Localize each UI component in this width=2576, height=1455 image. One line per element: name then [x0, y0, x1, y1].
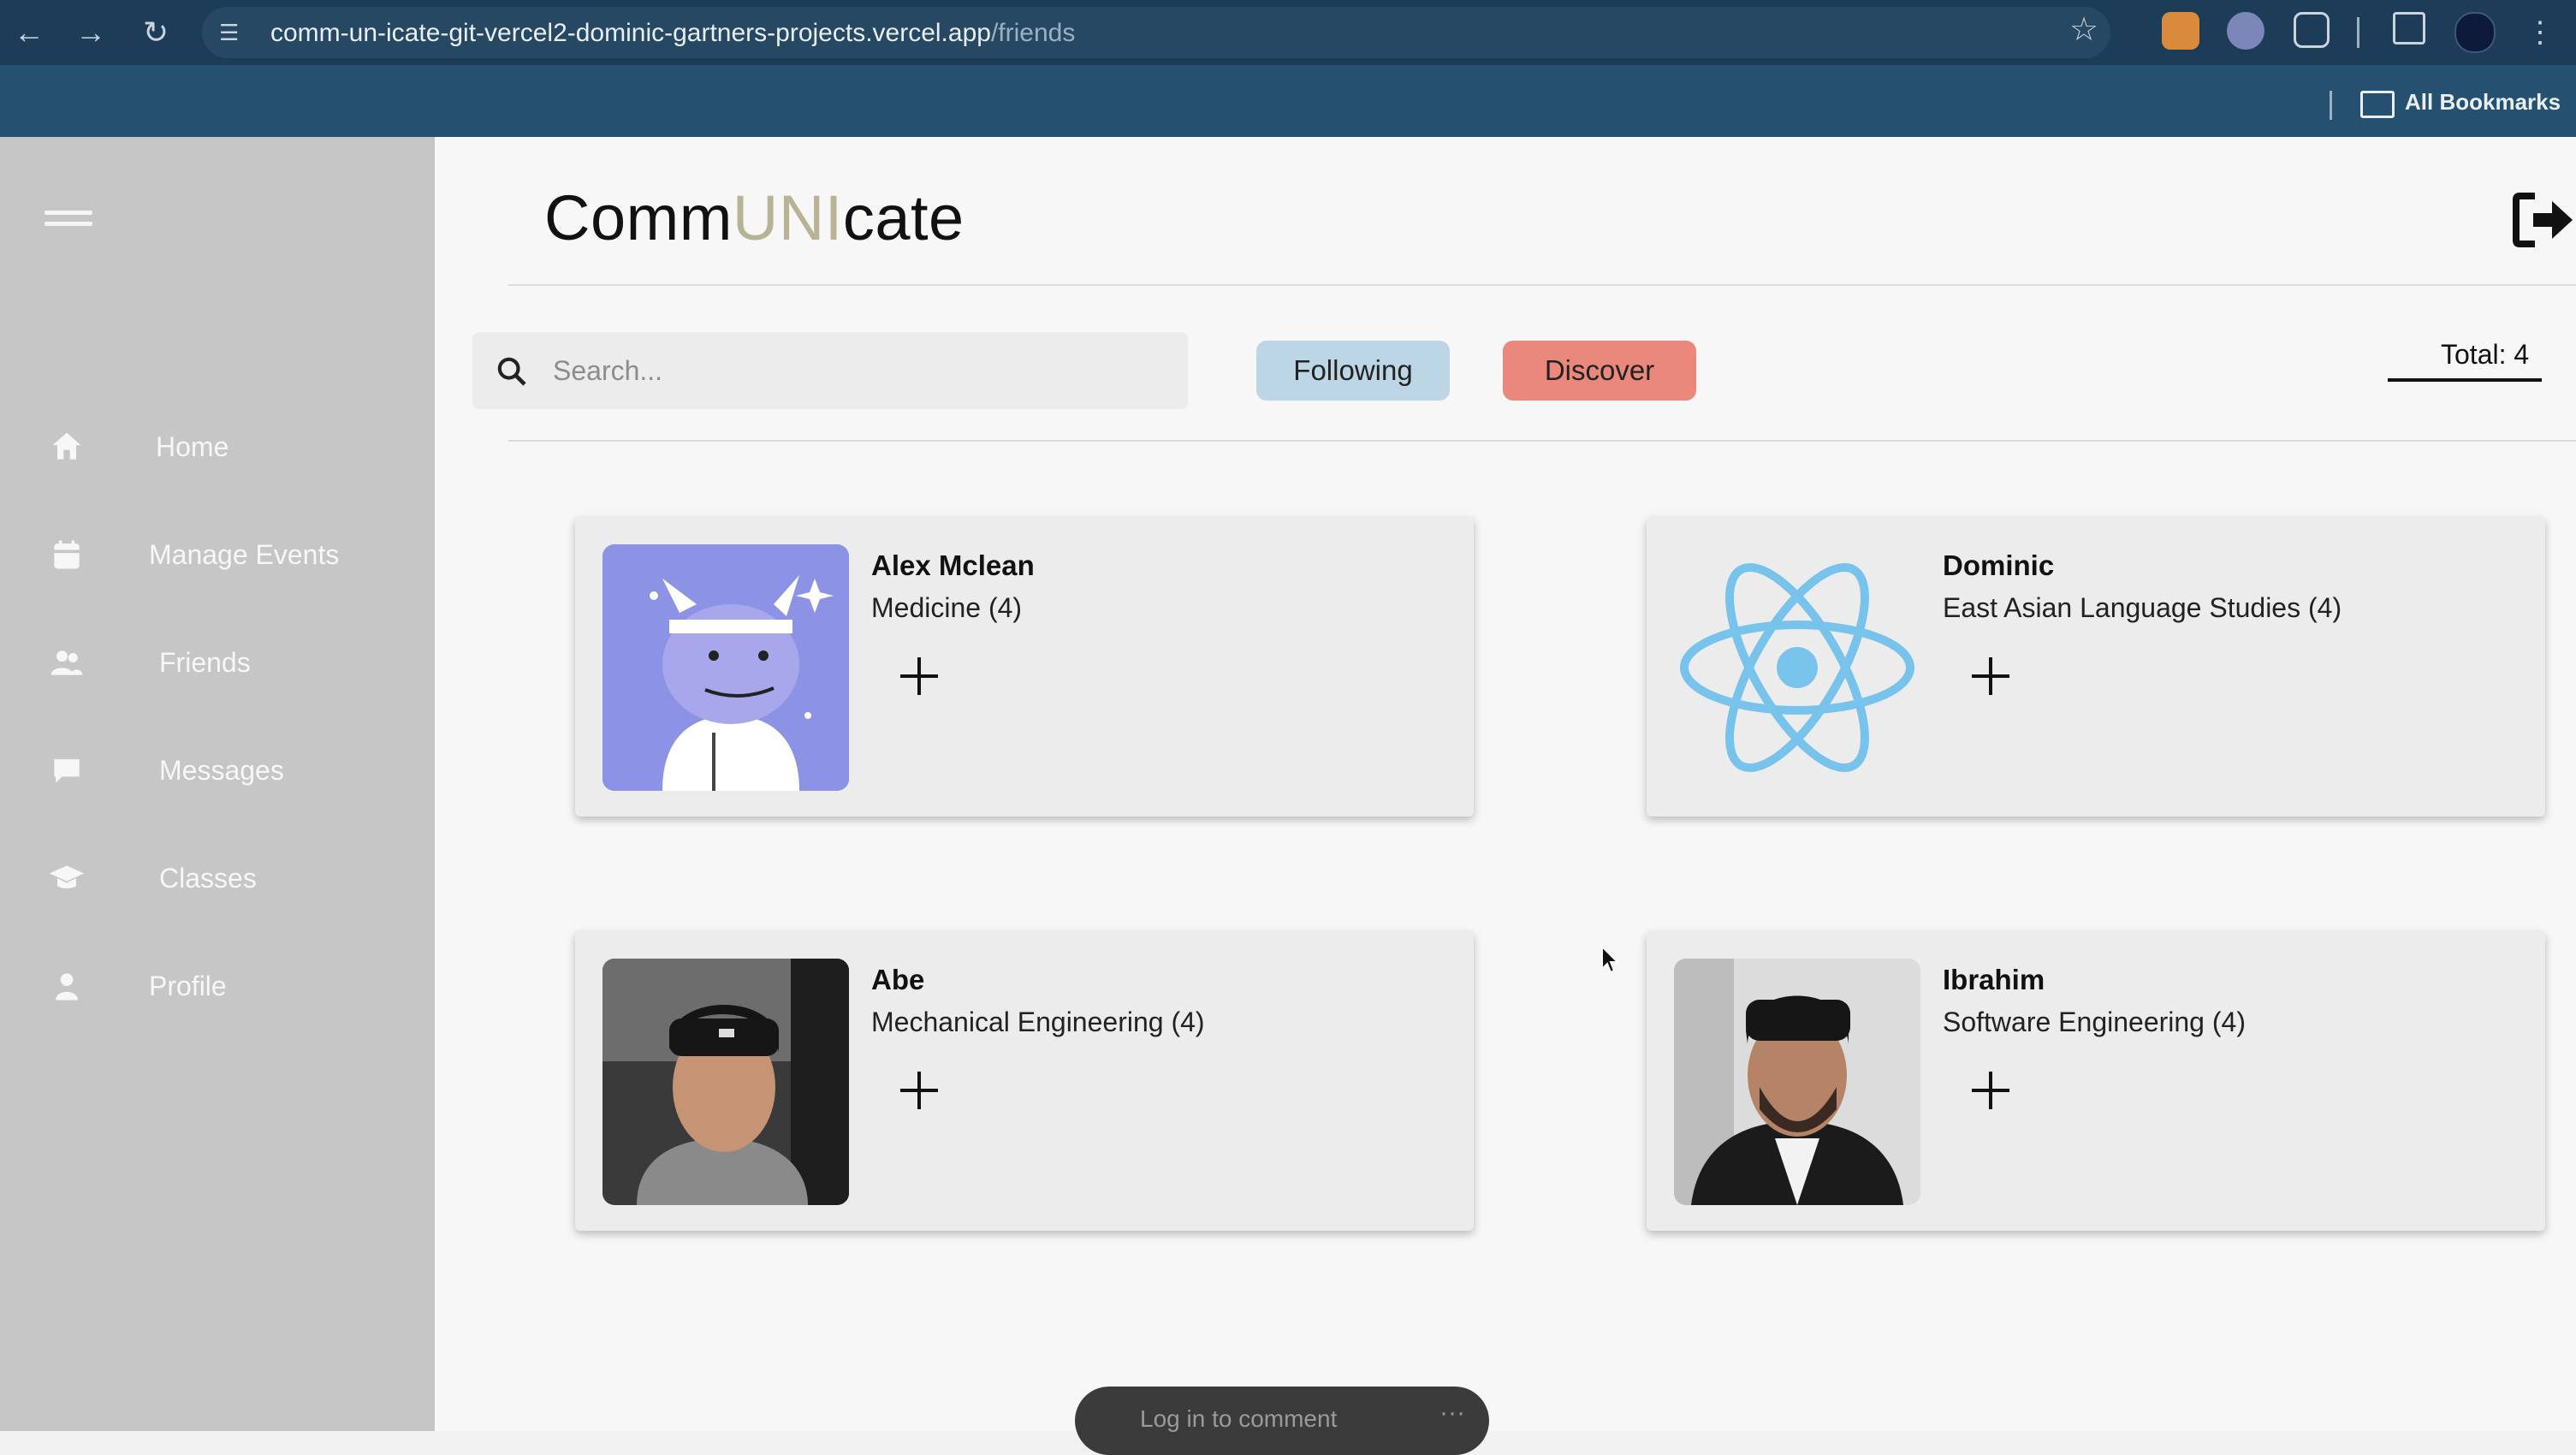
sidebar-item-label: Messages: [159, 755, 284, 786]
extension-icon[interactable]: [2227, 12, 2264, 50]
title-prefix: Comm: [544, 182, 733, 253]
sidebar-item-home[interactable]: Home: [0, 414, 435, 483]
sidebar-icon[interactable]: [2393, 12, 2425, 45]
bookmarks-bar: All Bookmarks: [0, 65, 2576, 137]
friend-name: Dominic: [1943, 549, 2055, 581]
calendar-icon: [54, 540, 80, 569]
back-icon[interactable]: ←: [9, 12, 50, 53]
sidebar-item-label: Home: [156, 431, 229, 462]
home-icon: [52, 432, 81, 460]
user-icon: [56, 973, 78, 1001]
forward-icon[interactable]: →: [70, 12, 111, 53]
sidebar-item-friends[interactable]: Friends: [0, 630, 435, 698]
total-underline: [2388, 378, 2542, 382]
header-divider: [508, 284, 2576, 286]
title-suffix: cate: [842, 182, 965, 253]
add-friend-button[interactable]: [1968, 654, 2013, 698]
sidebar-item-label: Classes: [159, 863, 257, 894]
title-highlight: UNI: [732, 182, 843, 253]
friend-card[interactable]: Abe Mechanical Engineering (4): [575, 931, 1474, 1231]
sidebar-item-label: Profile: [149, 971, 227, 1001]
add-friend-button[interactable]: [897, 654, 941, 698]
page-title: CommUNIcate: [544, 181, 965, 254]
mouse-cursor-icon: [1601, 945, 1620, 974]
comment-bar[interactable]: Log in to comment ···: [1075, 1387, 1489, 1455]
search-icon: [497, 357, 526, 386]
url-text[interactable]: comm-un-icate-git-vercel2-dominic-gartne…: [270, 19, 1075, 48]
toolbar-divider: [2357, 17, 2359, 48]
bookmark-star-icon[interactable]: ☆: [2069, 10, 2098, 49]
all-bookmarks-link[interactable]: All Bookmarks: [2405, 89, 2561, 116]
friend-name: Ibrahim: [1943, 964, 2045, 995]
message-icon: [54, 759, 80, 783]
address-bar[interactable]: ☰ comm-un-icate-git-vercel2-dominic-gart…: [202, 7, 2110, 58]
sidebar-item-label: Manage Events: [149, 539, 340, 570]
friend-major: Mechanical Engineering (4): [871, 1007, 1205, 1037]
sidebar-item-manage-events[interactable]: Manage Events: [0, 522, 435, 591]
add-friend-button[interactable]: [897, 1068, 941, 1113]
friend-card[interactable]: Dominic East Asian Language Studies (4): [1647, 517, 2545, 817]
sidebar-item-profile[interactable]: Profile: [0, 953, 435, 1022]
search-bar[interactable]: [472, 332, 1188, 409]
folder-icon[interactable]: [2360, 91, 2395, 118]
friend-major: Software Engineering (4): [1943, 1007, 2246, 1037]
url-host: comm-un-icate-git-vercel2-dominic-gartne…: [270, 19, 991, 47]
main-content: CommUNIcate Following Discover Total: 4: [435, 137, 2576, 1431]
toolbar-divider: [508, 440, 2576, 442]
photo-avatar: [602, 959, 849, 1205]
sidebar-item-messages[interactable]: Messages: [0, 738, 435, 806]
reload-icon[interactable]: ↻: [135, 12, 176, 53]
logout-icon[interactable]: [2511, 190, 2576, 250]
friend-card[interactable]: Alex Mclean Medicine (4): [575, 517, 1474, 817]
friend-major: Medicine (4): [871, 592, 1023, 623]
discover-button[interactable]: Discover: [1503, 341, 1696, 401]
total-count: Total: 4: [2441, 339, 2530, 370]
react-logo-avatar: [1674, 544, 1920, 791]
photo-avatar: [1674, 959, 1920, 1205]
login-to-comment-link[interactable]: Log in to comment: [1140, 1405, 1337, 1433]
users-icon: [50, 650, 83, 675]
sidebar-item-label: Friends: [159, 647, 251, 678]
site-settings-icon[interactable]: ☰: [219, 19, 246, 46]
graduation-cap-icon: [49, 865, 85, 888]
friend-major: East Asian Language Studies (4): [1943, 592, 2342, 623]
sidebar-item-classes[interactable]: Classes: [0, 846, 435, 914]
friend-name: Abe: [871, 964, 925, 995]
friend-name: Alex Mclean: [871, 549, 1035, 581]
menu-icon[interactable]: ⋮: [2520, 12, 2561, 53]
url-path: /friends: [990, 19, 1076, 47]
extension-icon[interactable]: [2162, 12, 2199, 50]
profile-icon[interactable]: [2454, 12, 2496, 53]
browser-toolbar: ← → ↻ ☰ comm-un-icate-git-vercel2-domini…: [0, 0, 2576, 65]
following-button[interactable]: Following: [1256, 341, 1450, 401]
add-friend-button[interactable]: [1968, 1068, 2013, 1113]
friend-card[interactable]: Ibrahim Software Engineering (4): [1647, 931, 2545, 1231]
hamburger-menu-icon[interactable]: [45, 211, 92, 236]
cartoon-dragon-avatar: [602, 544, 849, 791]
sidebar: Home Manage Events Friends Messages Clas…: [0, 137, 435, 1431]
extensions-puzzle-icon[interactable]: [2294, 12, 2330, 48]
more-options-icon[interactable]: ···: [1439, 1399, 1465, 1428]
bookmarks-divider: [2330, 91, 2332, 120]
search-input[interactable]: [551, 347, 1154, 394]
